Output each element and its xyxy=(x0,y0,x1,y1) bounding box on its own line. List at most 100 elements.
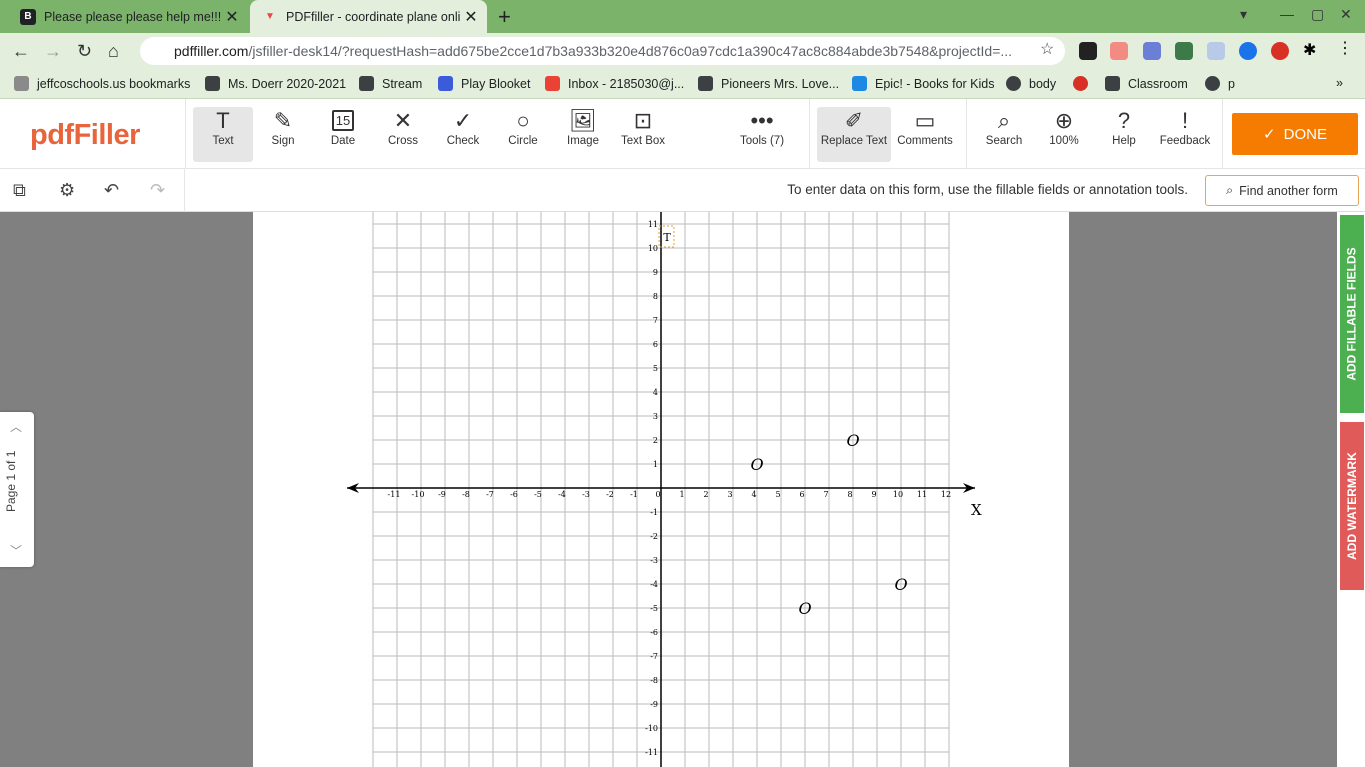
cross-icon: ✕ xyxy=(393,108,413,133)
more-tools-button[interactable]: ••• Tools (7) xyxy=(726,107,798,162)
find-another-form-button[interactable]: ⌕ Find another form xyxy=(1205,175,1359,206)
extension-icon[interactable] xyxy=(1110,42,1128,60)
search-button[interactable]: ⌕ Search xyxy=(974,107,1034,162)
x-tick-label: 2 xyxy=(703,490,708,499)
comments-button[interactable]: ▭ Comments xyxy=(895,107,955,162)
y-tick-label: -4 xyxy=(650,580,658,589)
close-tab-icon[interactable]: ✕ xyxy=(222,7,242,27)
y-tick-label: -9 xyxy=(650,700,658,709)
pdf-page[interactable]: -11 -10 -9 -8 -7 -6 -5 -4 -3 -2 -1 0 1 2 3 4 5 6 7 8 9 10 11 12… xyxy=(253,212,1069,767)
extension-icon[interactable] xyxy=(1239,42,1257,60)
text-icon: T xyxy=(216,108,230,133)
extension-icon[interactable] xyxy=(1079,42,1097,60)
cross-tool-button[interactable]: ✕ Cross xyxy=(373,107,433,162)
maximize-icon[interactable]: ▢ xyxy=(1311,6,1324,23)
text-tool-button[interactable]: T Text xyxy=(193,107,253,162)
redo-icon[interactable]: ↷ xyxy=(150,180,165,201)
zoom-button[interactable]: ⊕ 100% xyxy=(1034,107,1094,162)
x-tick-label: -8 xyxy=(462,490,470,499)
x-tick-label: 6 xyxy=(799,490,804,499)
close-tab-icon[interactable]: ✕ xyxy=(461,7,481,27)
extension-icon[interactable] xyxy=(1271,42,1289,60)
new-tab-icon[interactable]: + xyxy=(498,4,511,30)
add-watermark-tab[interactable]: ADD WATERMARK xyxy=(1340,422,1364,590)
y-tick-label: 2 xyxy=(653,436,658,445)
x-tick-label: 4 xyxy=(751,490,756,499)
bookmark-item[interactable]: Ms. Doerr 2020-2021 xyxy=(205,76,346,91)
y-tick-label: 6 xyxy=(653,340,658,349)
bookmark-item[interactable]: Stream xyxy=(359,76,422,91)
bookmark-item[interactable]: Play Blooket xyxy=(438,76,530,91)
bookmark-item[interactable]: p xyxy=(1205,76,1235,91)
bookmark-item[interactable]: jeffcoschools.us bookmarks xyxy=(14,76,190,91)
plotted-point: O xyxy=(846,431,859,450)
bookmark-item[interactable]: Classroom xyxy=(1105,76,1188,91)
help-icon: ? xyxy=(1117,108,1131,133)
browser-tab-1[interactable]: B Please please please help me!!! I ✕ xyxy=(8,0,248,33)
y-tick-label: 5 xyxy=(653,364,658,373)
search-icon: ⌕ xyxy=(997,108,1011,133)
more-bookmarks-icon[interactable]: » xyxy=(1336,76,1343,90)
bookmark-star-icon[interactable]: ☆ xyxy=(1040,39,1054,59)
reload-icon[interactable]: ↻ xyxy=(77,41,92,62)
x-tick-label: 11 xyxy=(917,490,927,499)
undo-icon[interactable]: ↶ xyxy=(104,180,119,201)
address-bar-row: ← → ↻ ⌂ pdffiller.com/jsfiller-desk14/?r… xyxy=(0,33,1365,69)
circle-tool-button[interactable]: ○ Circle xyxy=(493,107,553,162)
bookmark-item[interactable] xyxy=(1073,76,1096,91)
plotted-point: O xyxy=(798,599,811,618)
image-tool-button[interactable]: 🖼 Image xyxy=(553,107,613,162)
home-icon[interactable]: ⌂ xyxy=(108,41,119,62)
bookmark-item[interactable]: body xyxy=(1006,76,1056,91)
document-settings-icon[interactable]: ⚙ xyxy=(59,180,75,201)
extension-icon[interactable] xyxy=(1175,42,1193,60)
add-fillable-fields-tab[interactable]: ADD FILLABLE FIELDS xyxy=(1340,215,1364,413)
close-window-icon[interactable]: ✕ xyxy=(1340,6,1352,23)
extension-icon[interactable] xyxy=(1143,42,1161,60)
bookmark-item[interactable]: Inbox - 2185030@j... xyxy=(545,76,684,91)
replace-text-button[interactable]: ✐ Replace Text xyxy=(817,107,891,162)
page-navigator: ︿ Page 1 of 1 ﹀ xyxy=(0,412,34,567)
check-tool-button[interactable]: ✓ Check xyxy=(433,107,493,162)
pages-icon[interactable]: ⧉ xyxy=(13,180,26,201)
y-tick-label: -11 xyxy=(645,748,658,757)
browser-tab-bar: B Please please please help me!!! I ✕ ▼ … xyxy=(0,0,1365,33)
x-tick-label: 0 xyxy=(655,490,660,499)
x-tick-label: 3 xyxy=(727,490,732,499)
x-tick-label: -5 xyxy=(534,490,542,499)
tab-search-icon[interactable]: ▾ xyxy=(1240,6,1247,23)
check-icon: ✓ xyxy=(453,108,473,133)
y-tick-label: 3 xyxy=(653,412,658,421)
page-up-icon[interactable]: ︿ xyxy=(10,418,22,435)
extensions-puzzle-icon[interactable]: ✱ xyxy=(1303,40,1321,59)
feedback-button[interactable]: ! Feedback xyxy=(1155,107,1215,162)
brainly-favicon-icon: B xyxy=(20,8,36,25)
done-button[interactable]: ✓ DONE xyxy=(1232,113,1358,155)
textbox-tool-button[interactable]: ⊡ Text Box xyxy=(613,107,673,162)
bookmark-item[interactable]: Pioneers Mrs. Love... xyxy=(698,76,839,91)
image-icon: 🖼 xyxy=(569,108,597,133)
sign-tool-button[interactable]: ✎ Sign xyxy=(253,107,313,162)
page-down-icon[interactable]: ﹀ xyxy=(10,542,22,559)
back-icon[interactable]: ← xyxy=(12,41,30,62)
browser-tab-2[interactable]: ▼ PDFfiller - coordinate plane onlin ✕ xyxy=(250,0,487,33)
forward-icon[interactable]: → xyxy=(44,41,62,62)
tab-title: Please please please help me!!! I xyxy=(44,9,222,24)
text-marker: T xyxy=(663,231,671,244)
more-dots-icon: ••• xyxy=(750,108,774,133)
y-tick-label: -7 xyxy=(650,652,658,661)
url-host: pdffiller.com xyxy=(174,43,249,59)
x-tick-label: 9 xyxy=(871,490,876,499)
y-tick-label: 11 xyxy=(648,220,658,229)
date-tool-button[interactable]: 15 Date xyxy=(313,107,373,162)
plotted-point: O xyxy=(894,575,907,594)
help-button[interactable]: ? Help xyxy=(1094,107,1154,162)
bookmark-item[interactable]: Epic! - Books for Kids xyxy=(852,76,995,91)
url-input[interactable]: pdffiller.com/jsfiller-desk14/?requestHa… xyxy=(140,37,1065,65)
y-tick-label: 9 xyxy=(653,268,658,277)
y-tick-label: -1 xyxy=(650,508,658,517)
extension-icon[interactable] xyxy=(1207,42,1225,60)
browser-menu-icon[interactable]: ⋮ xyxy=(1337,38,1355,57)
page-indicator: Page 1 of 1 xyxy=(4,450,18,512)
minimize-icon[interactable]: — xyxy=(1280,6,1294,22)
